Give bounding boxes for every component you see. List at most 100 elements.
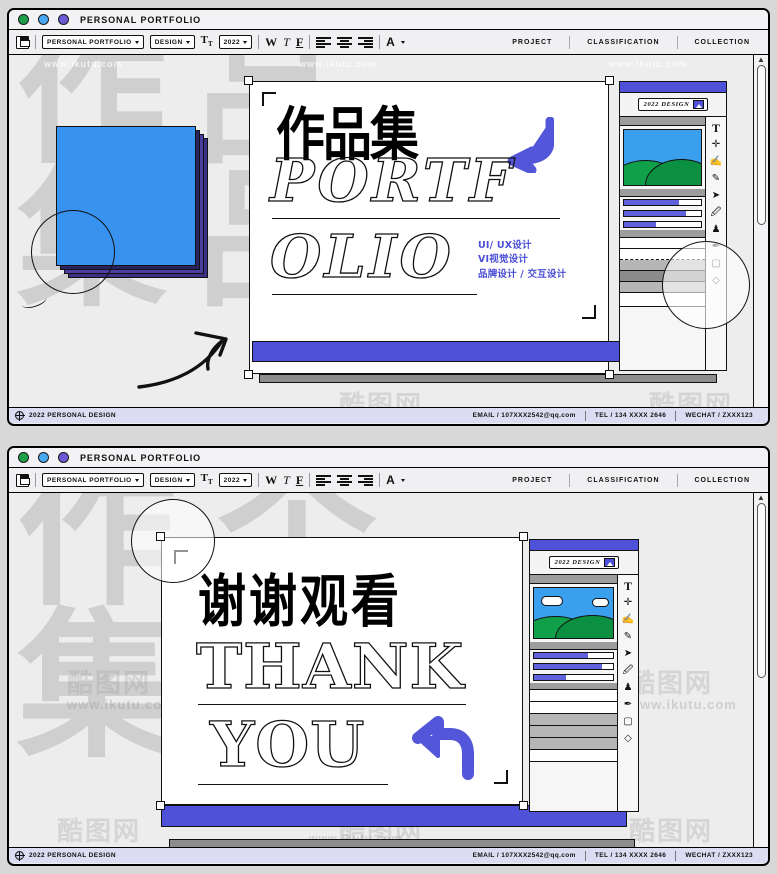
layer-row[interactable] <box>530 714 617 726</box>
text-tool-icon[interactable]: T <box>619 577 637 594</box>
selection-handle-br[interactable] <box>605 370 614 379</box>
eraser-tool-icon[interactable]: 🖉 <box>619 662 637 679</box>
chevron-down-icon[interactable] <box>400 40 405 44</box>
underline-button[interactable]: F <box>296 36 303 48</box>
italic-button[interactable]: T <box>283 474 290 486</box>
save-icon[interactable] <box>16 473 30 487</box>
canvas-scrollbar-2[interactable]: ▲ <box>753 493 768 847</box>
toolbar-divider <box>35 473 36 487</box>
window-1-canvas[interactable]: 作品 集品 www.ikutu.com www.ikutu.com www.ik… <box>9 55 768 407</box>
window-close-dot[interactable] <box>18 14 29 25</box>
text-color-button[interactable]: A <box>386 474 395 486</box>
nav-collection[interactable]: COLLECTION <box>684 39 762 46</box>
window-2-canvas[interactable]: 作个 集作 酷图网 www.ikutu.com 酷图网 www.ikutu.co… <box>9 493 768 847</box>
align-left-icon[interactable] <box>316 36 332 48</box>
pen-tool-icon[interactable]: ✒ <box>619 696 637 713</box>
design-chip[interactable]: 2022 DESIGN <box>548 556 620 569</box>
stamp-tool-icon[interactable]: ♟ <box>707 221 725 238</box>
hand-tool-icon[interactable]: ✍ <box>619 611 637 628</box>
artboard-wrapper-2[interactable]: 谢谢观看 THANK YOU <box>156 532 635 847</box>
text-color-button[interactable]: A <box>386 36 395 48</box>
nav-classification[interactable]: CLASSIFICATION <box>576 477 670 484</box>
layer-row[interactable] <box>530 726 617 738</box>
brightness-slider[interactable] <box>533 674 614 681</box>
selection-handle-bl[interactable] <box>244 370 253 379</box>
year-select[interactable]: 2022 <box>218 473 253 487</box>
selection-handle-br[interactable] <box>519 801 528 810</box>
paint-bucket-tool-icon[interactable]: ◇ <box>619 730 637 747</box>
portfolio-window-1[interactable]: PERSONAL PORTFOLIO PERSONAL PORTFOLIO DE… <box>7 8 770 426</box>
artboard-1[interactable]: 作品集 PORTF OLIO UI/ UX设计 VI视觉设计 品牌设计 / 交互… <box>249 81 609 374</box>
category-select-label: DESIGN <box>154 476 183 484</box>
selection-handle-tr[interactable] <box>605 76 614 85</box>
nav-project[interactable]: PROJECT <box>501 39 563 46</box>
selection-handle-tl[interactable] <box>244 76 253 85</box>
align-center-icon[interactable] <box>337 36 353 48</box>
contrast-slider[interactable] <box>533 663 614 670</box>
nav-classification[interactable]: CLASSIFICATION <box>576 39 670 46</box>
save-icon[interactable] <box>16 35 30 49</box>
contrast-slider[interactable] <box>623 210 702 217</box>
layer-row[interactable] <box>530 702 617 714</box>
selection-handle-tr[interactable] <box>519 532 528 541</box>
move-tool-icon[interactable]: ✛ <box>707 136 725 153</box>
bold-button[interactable]: W <box>265 36 277 48</box>
scrollbar-thumb[interactable] <box>756 65 766 225</box>
text-tool-icon[interactable]: T <box>707 119 725 136</box>
window-minimize-dot[interactable] <box>38 14 49 25</box>
scroll-up-icon[interactable]: ▲ <box>757 56 765 64</box>
align-right-icon[interactable] <box>358 474 374 486</box>
align-center-icon[interactable] <box>337 474 353 486</box>
layer-row[interactable] <box>530 750 617 762</box>
pointer-tool-icon[interactable]: ➤ <box>619 645 637 662</box>
chevron-down-icon[interactable] <box>400 478 405 482</box>
category-select[interactable]: DESIGN <box>149 473 195 487</box>
tool-panel-2[interactable]: 2022 DESIGN T ✛ ✍ ✎ ➤ 🖉 ♟ ✒ ▢ ◇ <box>529 539 639 812</box>
document-select[interactable]: PERSONAL PORTFOLIO <box>42 473 144 487</box>
artboard-2[interactable]: 谢谢观看 THANK YOU <box>161 537 523 805</box>
align-right-icon[interactable] <box>358 36 374 48</box>
window-maximize-dot[interactable] <box>58 14 69 25</box>
stamp-tool-icon[interactable]: ♟ <box>619 679 637 696</box>
selection-handle-tl[interactable] <box>156 532 165 541</box>
font-size-icon[interactable]: TT <box>201 35 213 48</box>
category-select[interactable]: DESIGN <box>149 35 195 49</box>
footer-wechat: WECHAT / ZXXX123 <box>685 852 753 859</box>
window-close-dot[interactable] <box>18 452 29 463</box>
image-thumbnail[interactable] <box>533 587 614 639</box>
layer-row[interactable] <box>530 690 617 702</box>
underline-button[interactable]: F <box>296 474 303 486</box>
scroll-up-icon[interactable]: ▲ <box>757 494 765 502</box>
canvas-scrollbar-1[interactable]: ▲ <box>753 55 768 407</box>
document-select[interactable]: PERSONAL PORTFOLIO <box>42 35 144 49</box>
opacity-slider[interactable] <box>623 199 702 206</box>
layer-row[interactable] <box>530 738 617 750</box>
year-select[interactable]: 2022 <box>218 35 253 49</box>
font-size-icon[interactable]: TT <box>201 473 213 486</box>
align-left-icon[interactable] <box>316 474 332 486</box>
bold-button[interactable]: W <box>265 474 277 486</box>
brightness-slider[interactable] <box>623 221 702 228</box>
image-thumbnail[interactable] <box>623 129 702 186</box>
eyedropper-tool-icon[interactable]: ✎ <box>619 628 637 645</box>
circle-decoration <box>662 241 750 329</box>
eyedropper-tool-icon[interactable]: ✎ <box>707 170 725 187</box>
nav-collection[interactable]: COLLECTION <box>684 477 762 484</box>
shape-tool-icon[interactable]: ▢ <box>619 713 637 730</box>
hand-tool-icon[interactable]: ✍ <box>707 153 725 170</box>
window-minimize-dot[interactable] <box>38 452 49 463</box>
scrollbar-thumb[interactable] <box>756 503 766 678</box>
opacity-slider[interactable] <box>533 652 614 659</box>
pointer-tool-icon[interactable]: ➤ <box>707 187 725 204</box>
nav-project[interactable]: PROJECT <box>501 477 563 484</box>
artboard-wrapper-1[interactable]: 作品集 PORTF OLIO UI/ UX设计 VI视觉设计 品牌设计 / 交互… <box>244 76 717 383</box>
panel-controls-column <box>530 575 618 811</box>
italic-button[interactable]: T <box>283 36 290 48</box>
selection-handle-bl[interactable] <box>156 801 165 810</box>
move-tool-icon[interactable]: ✛ <box>619 594 637 611</box>
arrow-up-left-icon <box>412 716 474 780</box>
design-chip[interactable]: 2022 DESIGN <box>637 98 709 111</box>
portfolio-window-2[interactable]: PERSONAL PORTFOLIO PERSONAL PORTFOLIO DE… <box>7 446 770 866</box>
eraser-tool-icon[interactable]: 🖉 <box>707 204 725 221</box>
window-maximize-dot[interactable] <box>58 452 69 463</box>
